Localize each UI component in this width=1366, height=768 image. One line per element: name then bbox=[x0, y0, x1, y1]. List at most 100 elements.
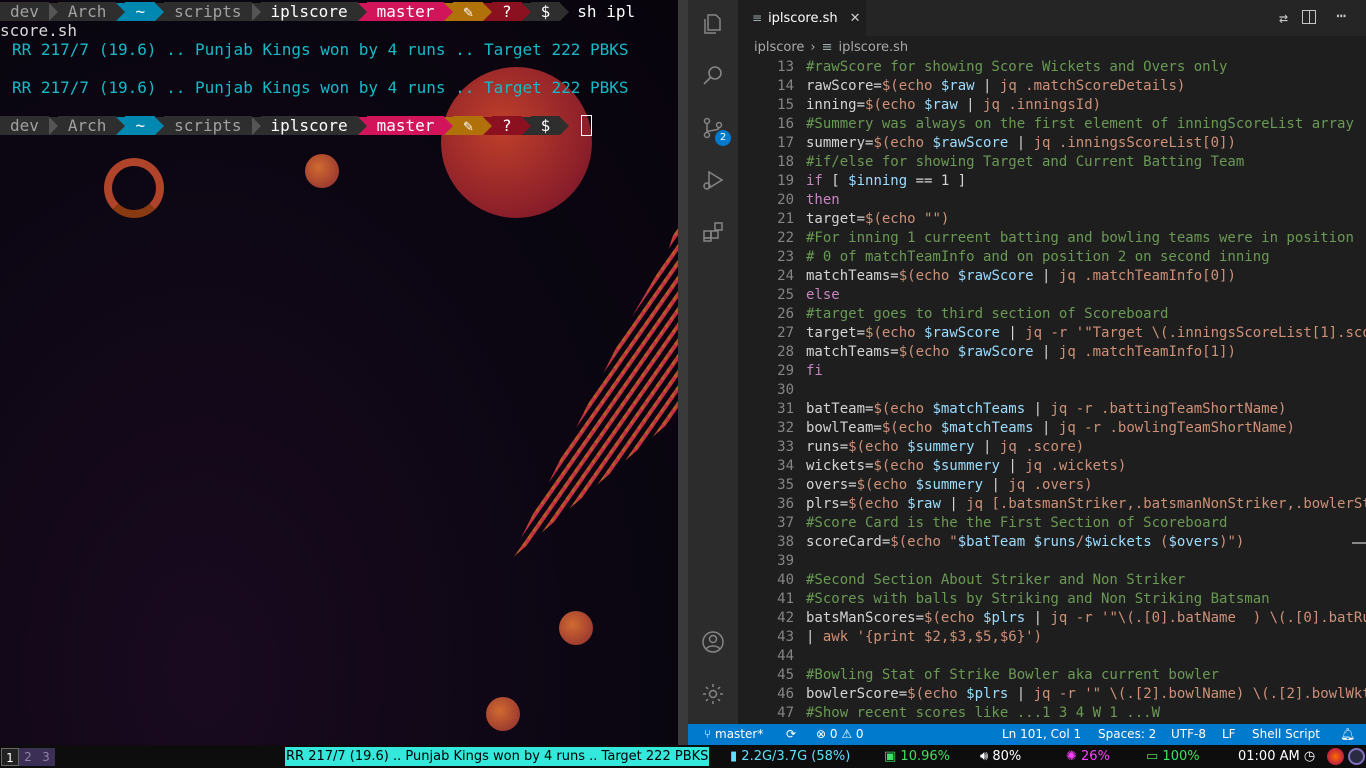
prompt-separator bbox=[251, 116, 261, 135]
code-line[interactable]: #Second Section About Striker and Non St… bbox=[806, 571, 1185, 590]
prompt-separator bbox=[560, 116, 570, 135]
code-line[interactable]: runs=$(echo $summery | jq .score) bbox=[806, 438, 1084, 457]
scm-badge: 2 bbox=[715, 130, 731, 146]
line-number: 24 bbox=[777, 268, 794, 284]
code-line[interactable]: rawScore=$(echo $raw | jq .matchScoreDet… bbox=[806, 77, 1185, 96]
memory-icon: ▮ bbox=[730, 749, 742, 764]
prompt-separator bbox=[155, 116, 165, 135]
code-line[interactable]: #target goes to third section of Scorebo… bbox=[806, 305, 1168, 324]
terminal-cursor[interactable] bbox=[581, 115, 593, 136]
clock: 01:00 AM ◷ bbox=[1238, 749, 1316, 764]
code-line[interactable]: matchTeams=$(echo $rawScore | jq .matchT… bbox=[806, 267, 1236, 286]
error-icon: ⊗ bbox=[816, 727, 830, 741]
code-line[interactable]: #Bowling Stat of Strike Bowler aka curre… bbox=[806, 666, 1219, 685]
indentation[interactable]: Spaces: 2 bbox=[1098, 724, 1156, 745]
line-number: 47 bbox=[777, 705, 794, 721]
code-line[interactable]: | awk '{print $2,$3,$5,$6}') bbox=[806, 628, 1042, 647]
code-line[interactable]: #Show recent scores like ...1 3 4 W 1 ..… bbox=[806, 704, 1160, 723]
code-line[interactable]: target=$(echo $rawScore | jq -r '"Target… bbox=[806, 324, 1366, 343]
prompt-segment: dev bbox=[0, 116, 49, 135]
line-number: 34 bbox=[777, 458, 794, 474]
notifications-bell-icon[interactable]: 🔔︎ bbox=[1340, 724, 1355, 745]
code-line[interactable]: bowlTeam=$(echo $matchTeams | jq -r .bow… bbox=[806, 419, 1295, 438]
account-icon[interactable] bbox=[701, 630, 725, 654]
code-line[interactable]: #if/else for showing Target and Current … bbox=[806, 153, 1244, 172]
line-number: 21 bbox=[777, 211, 794, 227]
code-line[interactable]: #Summery was always on the first element… bbox=[806, 115, 1354, 134]
code-line[interactable]: plrs=$(echo $raw | jq [.batsmanStriker,.… bbox=[806, 495, 1366, 514]
pane-divider[interactable] bbox=[678, 0, 688, 745]
line-number-gutter: 13 14 15 16 17 18 19 20 21 22 23 24 25 26 27 28 29 30 31 32… bbox=[738, 58, 798, 724]
tray-app-icon[interactable] bbox=[1348, 748, 1365, 765]
breadcrumb-file[interactable]: iplscore.sh bbox=[839, 40, 909, 55]
code-line[interactable]: bowlerScore=$(echo $plrs | jq -r '" \(.[… bbox=[806, 685, 1366, 704]
code-line[interactable]: target=$(echo "") bbox=[806, 210, 949, 229]
code-line[interactable]: batsManScores=$(echo $plrs | jq -r '"\(.… bbox=[806, 609, 1366, 628]
close-icon[interactable]: ✕ bbox=[850, 11, 861, 26]
problems-indicator[interactable]: ⊗ 0 ⚠ 0 bbox=[816, 724, 864, 745]
line-number: 15 bbox=[777, 97, 794, 113]
firefox-tray-icon[interactable] bbox=[1327, 748, 1344, 765]
decor-striped-triangle bbox=[510, 220, 678, 560]
code-line[interactable]: then bbox=[806, 191, 840, 210]
cursor-position[interactable]: Ln 101, Col 1 bbox=[1002, 724, 1081, 745]
line-number: 16 bbox=[777, 116, 794, 132]
code-line[interactable]: fi bbox=[806, 362, 823, 381]
more-actions-icon[interactable]: ⋯ bbox=[1336, 6, 1346, 25]
prompt-line-2: dev Arch ~ scripts iplscore master ✎? $ bbox=[0, 115, 593, 136]
prompt-segment: iplscore bbox=[260, 116, 358, 135]
line-number: 32 bbox=[777, 420, 794, 436]
code-line[interactable]: overs=$(echo $summery | jq .overs) bbox=[806, 476, 1093, 495]
workspace-2[interactable]: 2 bbox=[19, 748, 37, 766]
encoding[interactable]: UTF-8 bbox=[1171, 724, 1206, 745]
settings-gear-icon[interactable] bbox=[701, 682, 725, 706]
prompt-segment: dev bbox=[0, 2, 49, 21]
code-editor[interactable]: #rawScore for showing Score Wickets and … bbox=[806, 58, 1366, 724]
battery-icon: ▭ bbox=[1146, 749, 1163, 764]
run-debug-icon[interactable] bbox=[701, 168, 725, 192]
explorer-icon[interactable] bbox=[701, 12, 725, 36]
line-number: 28 bbox=[777, 344, 794, 360]
code-line[interactable]: summery=$(echo $rawScore | jq .inningsSc… bbox=[806, 134, 1236, 153]
code-line[interactable]: scoreCard=$(echo "$batTeam $runs/$wicket… bbox=[806, 533, 1244, 552]
code-line[interactable]: #Score Card is the the First Section of … bbox=[806, 514, 1227, 533]
prompt-separator bbox=[116, 2, 126, 21]
volume[interactable]: 🔊︎ 80% bbox=[980, 745, 1021, 768]
prompt-separator bbox=[444, 2, 454, 21]
line-number: 44 bbox=[777, 648, 794, 664]
cpu-icon: ▣ bbox=[884, 749, 901, 764]
code-line[interactable]: #rawScore for showing Score Wickets and … bbox=[806, 58, 1227, 77]
workspace-3[interactable]: 3 bbox=[37, 748, 55, 766]
search-icon[interactable] bbox=[701, 64, 725, 88]
open-changes-icon[interactable]: ⇄ bbox=[1279, 9, 1288, 27]
prompt-segment: Arch bbox=[57, 2, 117, 21]
line-number: 45 bbox=[777, 667, 794, 683]
code-line[interactable]: #For inning 1 curreent batting and bowli… bbox=[806, 229, 1354, 248]
scrollbar-thumb[interactable] bbox=[1352, 542, 1366, 544]
code-line[interactable]: wickets=$(echo $summery | jq .wickets) bbox=[806, 457, 1126, 476]
code-line[interactable]: if [ $inning == 1 ] bbox=[806, 172, 966, 191]
workspace-1[interactable]: 1 bbox=[1, 748, 19, 766]
prompt-segment: master bbox=[366, 116, 445, 135]
breadcrumb-folder[interactable]: iplscore bbox=[754, 40, 804, 55]
git-branch[interactable]: ⑂ master* bbox=[704, 724, 763, 745]
decor-small-circle bbox=[559, 611, 593, 645]
code-line[interactable]: batTeam=$(echo $matchTeams | jq -r .batt… bbox=[806, 400, 1286, 419]
sync-icon[interactable]: ⟳ bbox=[786, 724, 796, 745]
brightness[interactable]: ✺ 26% bbox=[1066, 745, 1110, 768]
code-line[interactable]: # 0 of matchTeamInfo and on position 2 o… bbox=[806, 248, 1270, 267]
language-mode[interactable]: Shell Script bbox=[1252, 724, 1320, 745]
line-number: 17 bbox=[777, 135, 794, 151]
code-line[interactable]: else bbox=[806, 286, 840, 305]
code-line[interactable]: matchTeams=$(echo $rawScore | jq .matchT… bbox=[806, 343, 1236, 362]
code-line[interactable]: inning=$(echo $raw | jq .inningsId) bbox=[806, 96, 1101, 115]
extensions-icon[interactable] bbox=[701, 220, 725, 244]
tab-iplscore[interactable]: ≡ iplscore.sh ✕ bbox=[738, 0, 866, 36]
terminal-window[interactable]: dev Arch ~ scripts iplscore master ✎? $ sh ipl s… bbox=[0, 0, 678, 745]
decor-ring bbox=[104, 158, 164, 218]
prompt-segment: Arch bbox=[57, 116, 117, 135]
eol[interactable]: LF bbox=[1222, 724, 1236, 745]
code-line[interactable]: #Scores with balls by Striking and Non S… bbox=[806, 590, 1270, 609]
line-number: 39 bbox=[777, 553, 794, 569]
prompt-segment: scripts bbox=[164, 116, 252, 135]
